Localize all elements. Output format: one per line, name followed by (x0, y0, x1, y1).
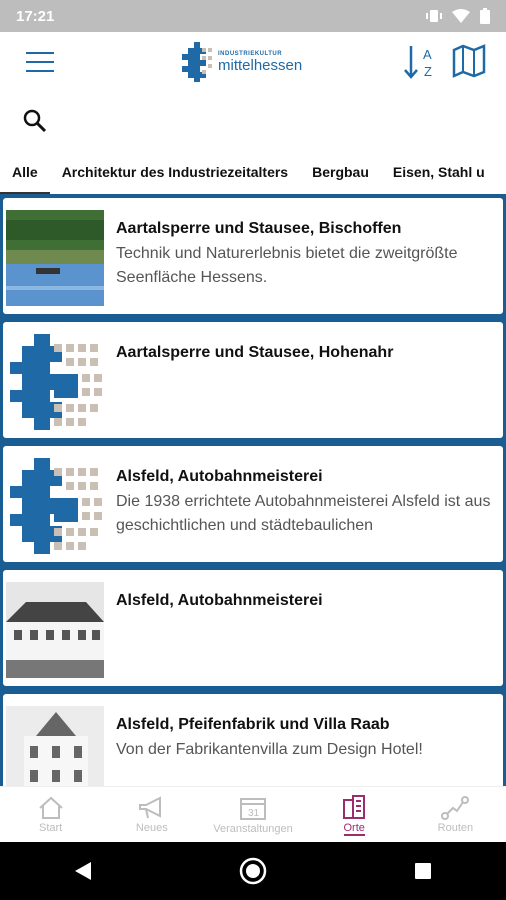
logo-placeholder-thumbnail (6, 458, 104, 554)
item-title: Aartalsperre und Stausee, Hohenahr (116, 344, 394, 361)
vibrate-icon (426, 10, 442, 22)
sort-az-icon[interactable]: A Z (403, 44, 439, 80)
status-bar: 17:21 (0, 0, 506, 32)
home-icon (38, 796, 63, 819)
item-description: Von der Fabrikantenvilla zum Design Hote… (116, 741, 423, 758)
battery-icon (480, 8, 490, 24)
list-item[interactable]: Alsfeld, Autobahnmeisterei (3, 570, 503, 686)
route-icon (441, 795, 470, 820)
item-title: Alsfeld, Pfeifenfabrik und Villa Raab (116, 716, 390, 733)
wifi-icon (452, 9, 470, 23)
nav-routen[interactable]: Routen (405, 787, 506, 842)
buildings-icon (343, 794, 366, 819)
search-icon[interactable] (22, 108, 48, 134)
nav-orte[interactable]: Orte (304, 787, 405, 842)
list-item[interactable]: Alsfeld, Autobahnmeisterei Die 1938 erri… (3, 446, 503, 562)
villa-photo-thumbnail (6, 706, 104, 786)
nav-label: Routen (437, 821, 474, 834)
nav-neues[interactable]: Neues (101, 787, 202, 842)
sort-letter-z: Z (424, 64, 432, 79)
category-tabs: Alle Architektur des Industriezeitalters… (0, 156, 506, 194)
item-title: Alsfeld, Autobahnmeisterei (116, 468, 323, 485)
bottom-navigation: Start Neues 31 Veranstaltungen Orte Rout… (0, 786, 506, 842)
list-item[interactable]: Alsfeld, Pfeifenfabrik und Villa Raab Vo… (3, 694, 503, 786)
nav-label: Orte (343, 821, 365, 836)
item-description: Die 1938 errichtete Autobahnmeisterei Al… (116, 493, 491, 534)
map-icon[interactable] (452, 44, 486, 78)
item-title: Alsfeld, Autobahnmeisterei (116, 592, 323, 609)
building-photo-thumbnail (6, 582, 104, 678)
calendar-icon: 31 (240, 797, 266, 820)
calendar-day: 31 (248, 808, 260, 819)
tab-architektur[interactable]: Architektur des Industriezeitalters (50, 156, 300, 194)
list-item[interactable]: Aartalsperre und Stausee, Bischoffen Tec… (3, 198, 503, 314)
nav-start[interactable]: Start (0, 787, 101, 842)
item-title: Aartalsperre und Stausee, Bischoffen (116, 220, 402, 237)
nav-label: Veranstaltungen (213, 822, 293, 835)
list-item[interactable]: Aartalsperre und Stausee, Hohenahr (3, 322, 503, 438)
menu-icon[interactable] (26, 52, 54, 74)
nav-label: Neues (135, 821, 168, 834)
tab-alle[interactable]: Alle (0, 156, 50, 194)
tab-bergbau[interactable]: Bergbau (300, 156, 381, 194)
item-description: Technik und Naturerlebnis bietet die zwe… (116, 245, 458, 286)
app-logo: INDUSTRIEKULTUR mittelhessen (180, 40, 302, 84)
lake-photo-thumbnail (6, 210, 104, 306)
places-list[interactable]: Aartalsperre und Stausee, Bischoffen Tec… (0, 194, 506, 786)
home-button-icon[interactable] (238, 856, 268, 886)
tab-eisen-stahl[interactable]: Eisen, Stahl u (381, 156, 497, 194)
status-time: 17:21 (16, 7, 55, 25)
app-bar: INDUSTRIEKULTUR mittelhessen A Z (0, 32, 506, 92)
recents-icon[interactable] (413, 861, 433, 881)
nav-label: Start (38, 821, 63, 834)
logo-placeholder-thumbnail (6, 334, 104, 430)
sort-letter-a: A (423, 47, 432, 62)
logo-big-text: mittelhessen (218, 56, 303, 74)
back-icon[interactable] (73, 860, 93, 882)
megaphone-icon (138, 795, 161, 818)
system-navigation-bar (0, 842, 506, 900)
gear-logo-icon (182, 42, 212, 82)
nav-veranstaltungen[interactable]: 31 Veranstaltungen (202, 787, 303, 842)
